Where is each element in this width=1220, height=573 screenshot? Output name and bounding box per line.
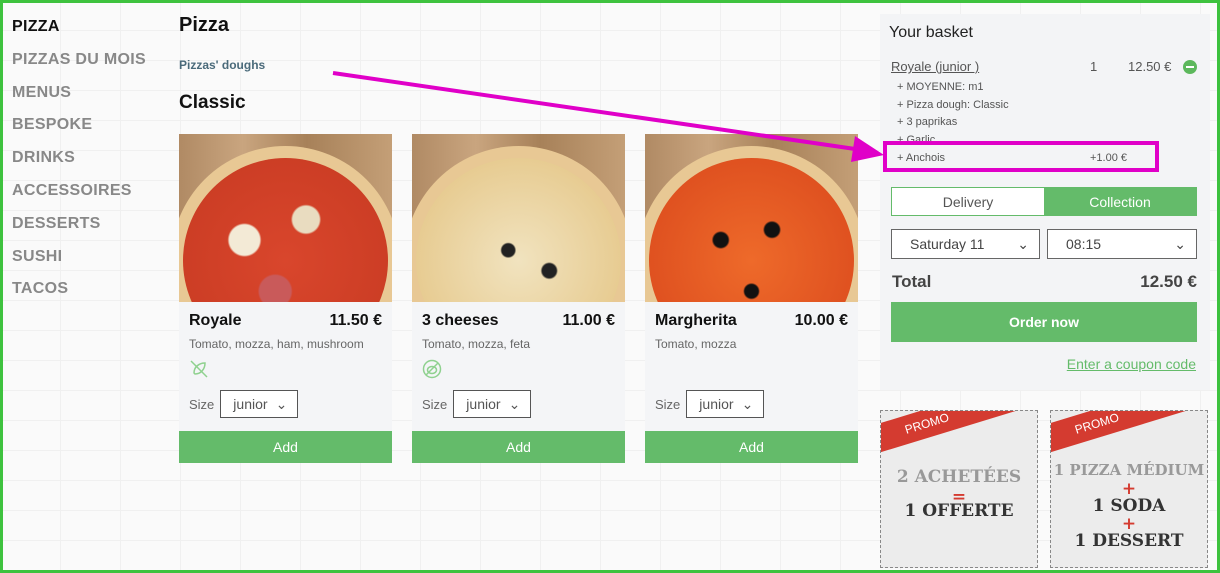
annotation-highlight-box: [883, 141, 1159, 172]
annotation-arrow: [332, 71, 863, 152]
annotation-overlay: [332, 71, 1159, 172]
arrowhead-icon: [851, 136, 884, 162]
